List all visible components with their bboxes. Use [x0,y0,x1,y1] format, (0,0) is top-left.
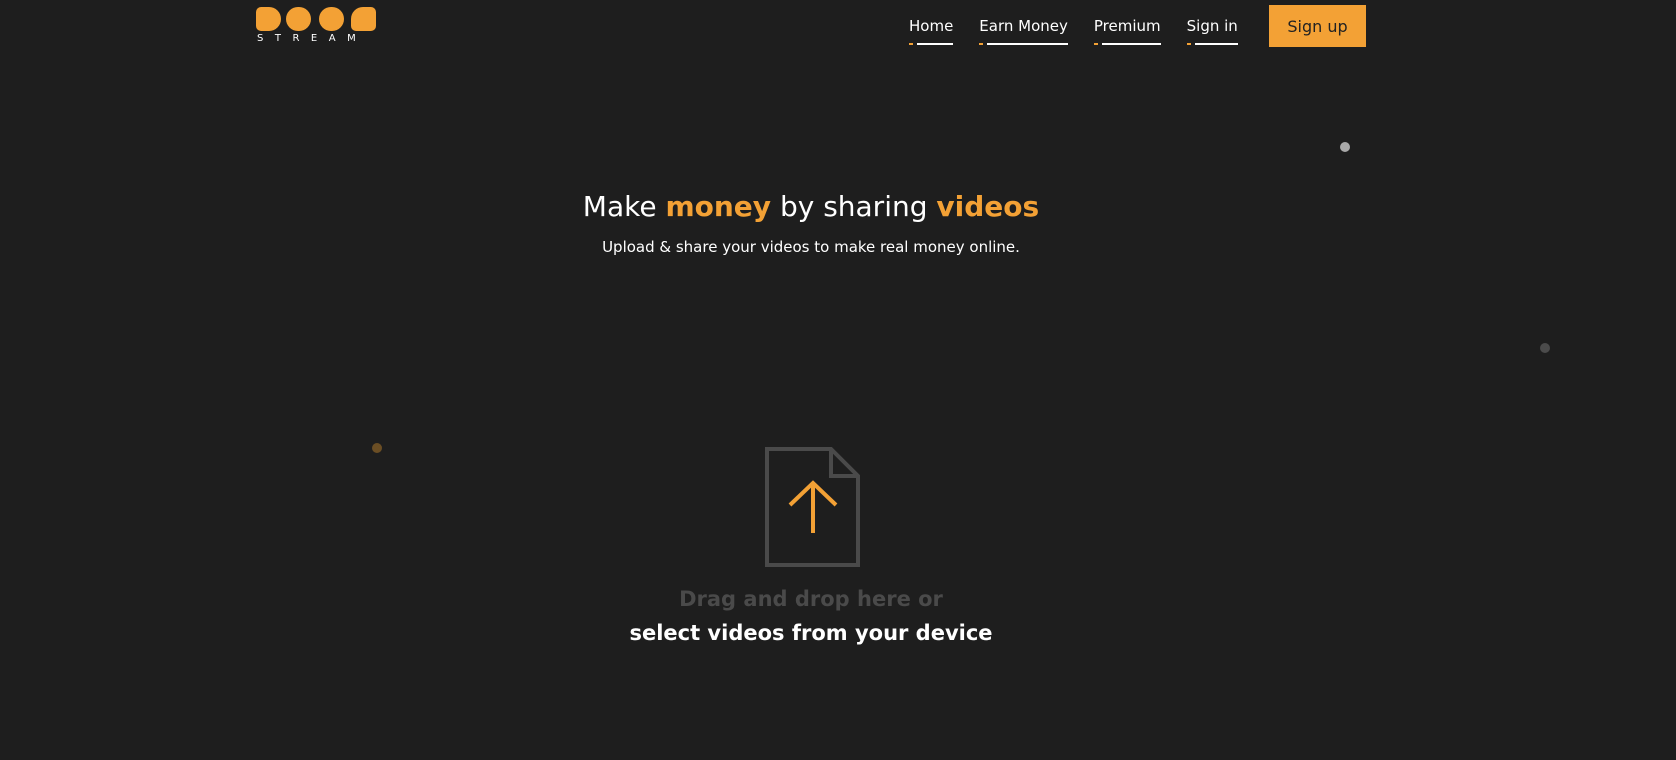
nav-premium[interactable]: Premium [1093,0,1161,45]
page: STREAM Home Earn Money Premium Sign in S… [0,0,1676,760]
nav-sign-in[interactable]: Sign in [1186,0,1238,45]
nav-premium-label: Premium [1093,17,1161,35]
nav-underline [909,43,954,45]
hero-subtitle: Upload & share your videos to make real … [602,238,1020,256]
decorative-dot [1340,142,1350,152]
nav-earn-money-label: Earn Money [979,17,1068,35]
decorative-dot [1540,343,1550,353]
nav-underline [1093,43,1161,45]
nav-earn-money[interactable]: Earn Money [979,0,1068,45]
nav-underline [1186,43,1238,45]
select-videos-link[interactable]: select videos from your device [0,621,1622,645]
hero-title-part2: by sharing [771,190,937,223]
sign-up-button[interactable]: Sign up [1269,5,1366,47]
hero-title-accent-money: money [665,190,772,223]
file-upload-svg [765,447,860,567]
nav-home[interactable]: Home [909,0,954,45]
nav-home-label: Home [909,17,954,35]
hero-title: Make money by sharing videos [0,190,1622,223]
file-upload-icon[interactable] [764,446,862,568]
nav-underline [979,43,1068,45]
logo-mark [256,7,376,31]
logo-wordmark: STREAM [257,33,368,44]
decorative-dot [372,443,382,453]
main-nav: Home Earn Money Premium Sign in [909,0,1264,48]
drag-drop-text: Drag and drop here or [679,587,943,611]
doodstream-logo[interactable]: STREAM [256,7,376,47]
nav-sign-in-label: Sign in [1186,17,1238,35]
hero-title-part1: Make [582,190,666,223]
hero-title-accent-videos: videos [936,190,1040,223]
